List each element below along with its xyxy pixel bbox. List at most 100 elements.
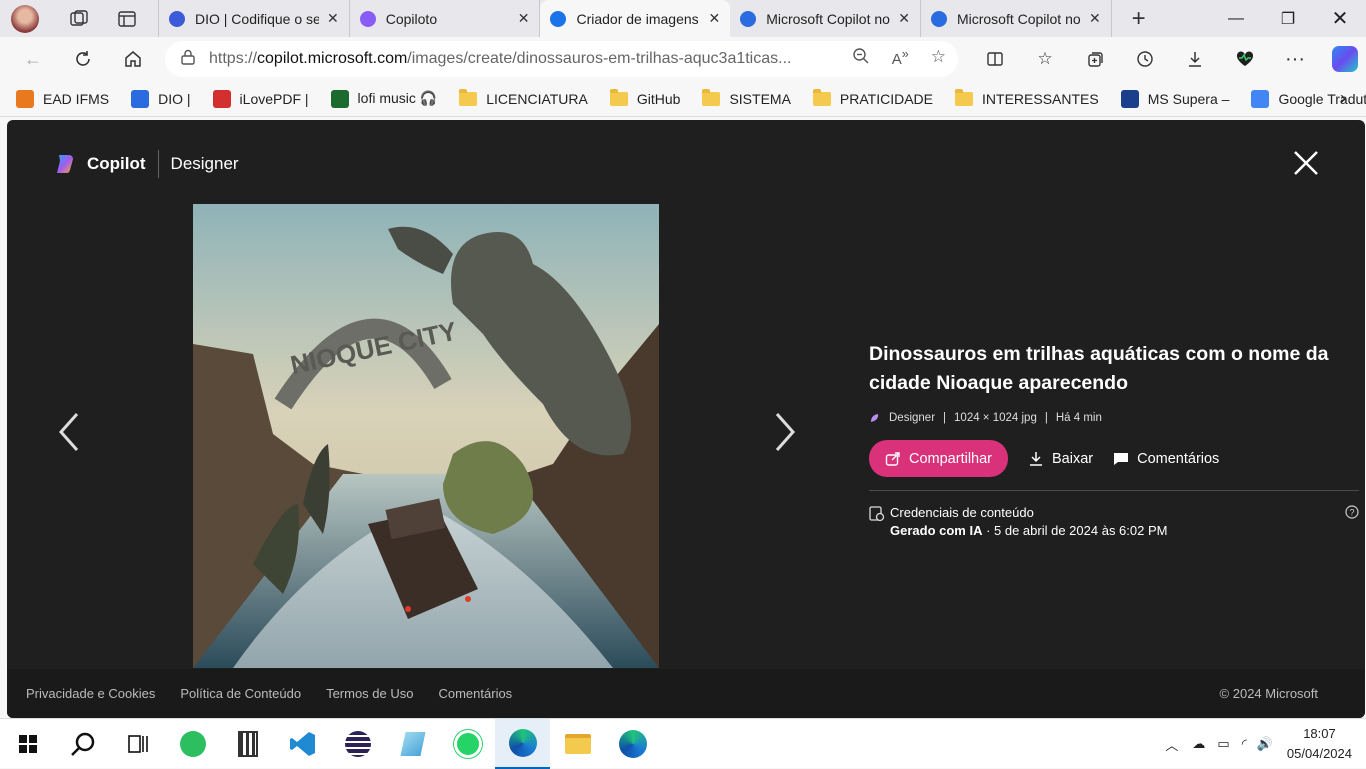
browser-essentials-icon[interactable] bbox=[1220, 50, 1270, 68]
bookmark-item[interactable]: DIO | bbox=[131, 89, 191, 108]
start-button[interactable] bbox=[0, 719, 55, 769]
notes-app[interactable] bbox=[385, 719, 440, 769]
search-button[interactable] bbox=[55, 719, 110, 769]
share-button[interactable]: Compartilhar bbox=[869, 440, 1008, 477]
back-button[interactable]: ← bbox=[8, 37, 58, 81]
close-tab-icon[interactable]: ✕ bbox=[327, 10, 339, 27]
details-divider bbox=[869, 490, 1359, 491]
eclipse-app[interactable] bbox=[330, 719, 385, 769]
generated-image[interactable]: NIOQUE CITY bbox=[193, 204, 659, 668]
bookmark-favicon-icon bbox=[330, 89, 349, 108]
folder-icon bbox=[564, 733, 591, 754]
profile-avatar[interactable] bbox=[10, 4, 40, 34]
browser-tab[interactable]: Criador de imagens ✕ bbox=[540, 0, 731, 37]
bookmark-folder[interactable]: GitHub bbox=[609, 88, 681, 107]
designer-icon bbox=[871, 414, 879, 422]
image-actions: Compartilhar Baixar Comentários bbox=[869, 440, 1339, 477]
favorite-star-icon[interactable]: ☆ bbox=[931, 47, 946, 70]
bookmark-item[interactable]: lofi music 🎧 bbox=[330, 89, 437, 108]
calculator-app[interactable] bbox=[220, 719, 275, 769]
whatsapp-app[interactable] bbox=[440, 719, 495, 769]
browser-tab[interactable]: Copiloto ✕ bbox=[350, 0, 541, 37]
volume-icon[interactable]: 🔊 bbox=[1257, 736, 1273, 752]
bookmark-label: GitHub bbox=[636, 90, 681, 107]
vscode-app[interactable] bbox=[275, 719, 330, 769]
clock[interactable]: 18:07 05/04/2024 bbox=[1287, 724, 1352, 764]
zoom-icon[interactable] bbox=[852, 47, 870, 70]
close-tab-icon[interactable]: ✕ bbox=[898, 10, 910, 27]
image-details-panel: Dinossauros em trilhas aquáticas com o n… bbox=[869, 340, 1359, 538]
close-viewer-icon[interactable] bbox=[1291, 148, 1321, 178]
address-toolbar: ← https://copilot.microsoft.com/images/c… bbox=[0, 37, 1366, 81]
bookmark-folder[interactable]: LICENCIATURA bbox=[459, 88, 588, 107]
url-bar[interactable]: https://copilot.microsoft.com/images/cre… bbox=[165, 41, 958, 77]
bookmark-folder[interactable]: SISTEMA bbox=[702, 88, 791, 107]
split-screen-icon[interactable] bbox=[970, 50, 1020, 68]
bookmark-favicon-icon bbox=[1251, 89, 1270, 108]
close-tab-icon[interactable]: ✕ bbox=[708, 10, 720, 27]
meta-source: Designer bbox=[889, 412, 936, 424]
tab-title: Microsoft Copilot no Edge bbox=[766, 10, 890, 27]
evernote-app[interactable] bbox=[165, 719, 220, 769]
close-tab-icon[interactable]: ✕ bbox=[1089, 10, 1101, 27]
file-explorer-app[interactable] bbox=[550, 719, 605, 769]
footer-link-feedback[interactable]: Comentários bbox=[438, 686, 512, 701]
url-prefix: https:// bbox=[209, 50, 258, 67]
search-icon bbox=[70, 732, 94, 756]
footer-link-content-policy[interactable]: Política de Conteúdo bbox=[180, 686, 301, 701]
brand-divider bbox=[157, 150, 159, 178]
battery-icon[interactable]: ▭ bbox=[1217, 736, 1229, 752]
previous-image-icon[interactable] bbox=[55, 410, 85, 454]
downloads-icon[interactable] bbox=[1170, 50, 1220, 68]
windows-taskbar: ︿ ☁ ▭ ◜ 🔊 18:07 05/04/2024 bbox=[0, 718, 1366, 769]
task-view-button[interactable] bbox=[110, 719, 165, 769]
eclipse-icon bbox=[344, 730, 371, 757]
close-window-button[interactable]: ✕ bbox=[1314, 0, 1366, 37]
minimize-button[interactable]: — bbox=[1210, 0, 1262, 37]
more-menu-icon[interactable]: ··· bbox=[1270, 48, 1320, 71]
tab-actions-icon[interactable] bbox=[112, 4, 142, 34]
next-image-icon[interactable] bbox=[769, 410, 799, 454]
system-tray: ︿ ☁ ▭ ◜ 🔊 18:07 05/04/2024 bbox=[1165, 719, 1352, 769]
browser-tab[interactable]: Microsoft Copilot no Edge ✕ bbox=[730, 0, 921, 37]
collections-icon[interactable] bbox=[1070, 50, 1120, 68]
bookmark-label: iLovePDF | bbox=[239, 90, 309, 107]
comments-button[interactable]: Comentários bbox=[1113, 451, 1219, 467]
edge-app[interactable] bbox=[605, 719, 660, 769]
show-hidden-icons-icon[interactable]: ︿ bbox=[1165, 735, 1178, 754]
history-icon[interactable] bbox=[1120, 50, 1170, 68]
refresh-button[interactable] bbox=[58, 37, 108, 81]
download-button[interactable]: Baixar bbox=[1028, 451, 1093, 467]
tab-title: DIO | Codifique o seu futuro bbox=[195, 10, 319, 27]
new-tab-button[interactable]: + bbox=[1124, 4, 1154, 34]
bookmark-item[interactable]: Google Tradutor bbox=[1251, 89, 1366, 108]
read-aloud-icon[interactable]: A» bbox=[892, 47, 909, 70]
bookmark-item[interactable]: MS Supera – bbox=[1120, 89, 1229, 108]
bookmarks-overflow-icon[interactable]: › bbox=[1340, 88, 1346, 109]
onedrive-icon[interactable]: ☁ bbox=[1192, 736, 1205, 752]
home-button[interactable] bbox=[108, 37, 158, 81]
bookmark-folder[interactable]: INTERESSANTES bbox=[955, 88, 1099, 107]
svg-text:?: ? bbox=[1349, 508, 1354, 518]
edge-profile-app[interactable] bbox=[495, 718, 550, 769]
bookmark-folder[interactable]: PRATICIDADE bbox=[812, 88, 933, 107]
copilot-icon[interactable] bbox=[1320, 46, 1366, 72]
comment-icon bbox=[1114, 452, 1129, 465]
bookmark-item[interactable]: EAD IFMS bbox=[16, 89, 109, 108]
close-tab-icon[interactable]: ✕ bbox=[518, 10, 530, 27]
folder-icon bbox=[459, 88, 478, 106]
tab-favicon-icon bbox=[550, 10, 567, 27]
workspaces-icon[interactable] bbox=[64, 4, 94, 34]
url-path: /images/create/dinossauros-em-trilhas-aq… bbox=[407, 50, 792, 67]
favorites-icon[interactable]: ☆ bbox=[1020, 49, 1070, 69]
browser-tab[interactable]: Microsoft Copilot no Edge ✕ bbox=[921, 0, 1112, 37]
footer-copyright: © 2024 Microsoft bbox=[1219, 686, 1318, 701]
wifi-icon[interactable]: ◜ bbox=[1242, 736, 1247, 752]
help-icon[interactable]: ? bbox=[1345, 505, 1359, 519]
footer-link-privacy[interactable]: Privacidade e Cookies bbox=[26, 686, 155, 701]
image-title: Dinossauros em trilhas aquáticas com o n… bbox=[869, 343, 1329, 394]
restore-button[interactable]: ❐ bbox=[1262, 0, 1314, 37]
bookmark-item[interactable]: iLovePDF | bbox=[212, 89, 309, 108]
footer-link-terms[interactable]: Termos de Uso bbox=[326, 686, 413, 701]
browser-tab[interactable]: DIO | Codifique o seu futuro ✕ bbox=[159, 0, 350, 37]
